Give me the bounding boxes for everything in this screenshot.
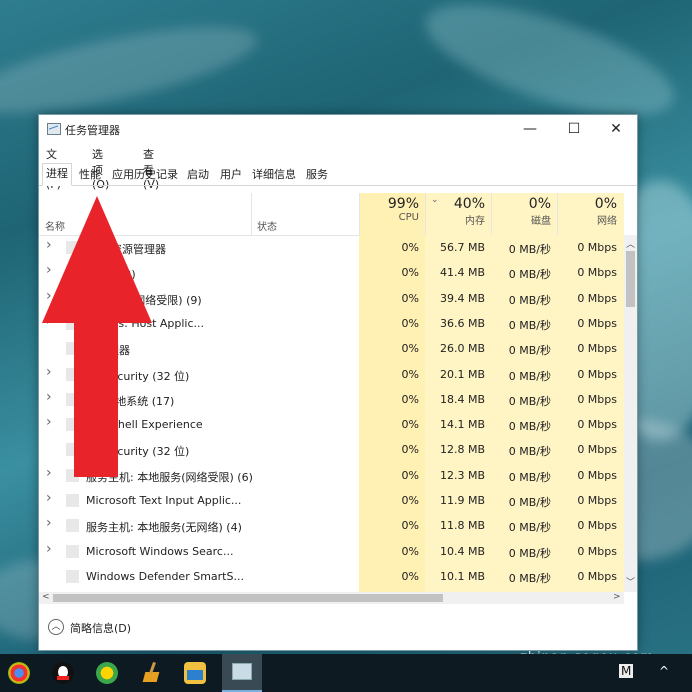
broom-cleaner-icon[interactable] [140,661,162,684]
taskbar-task-manager-active[interactable] [222,654,262,692]
tray-expand-icon[interactable]: ^ [659,664,669,678]
watermark-text: 搜狗指南 [540,614,629,639]
chrome-icon[interactable] [8,662,30,684]
red-arrow-annotation [42,196,152,477]
taskbar: M ^ [0,654,692,692]
file-explorer-icon[interactable] [184,662,206,684]
up-arrow-icon [42,196,152,477]
qq-icon[interactable] [52,662,74,684]
ime-indicator[interactable]: M [619,664,634,678]
browser-icon[interactable] [96,662,118,684]
